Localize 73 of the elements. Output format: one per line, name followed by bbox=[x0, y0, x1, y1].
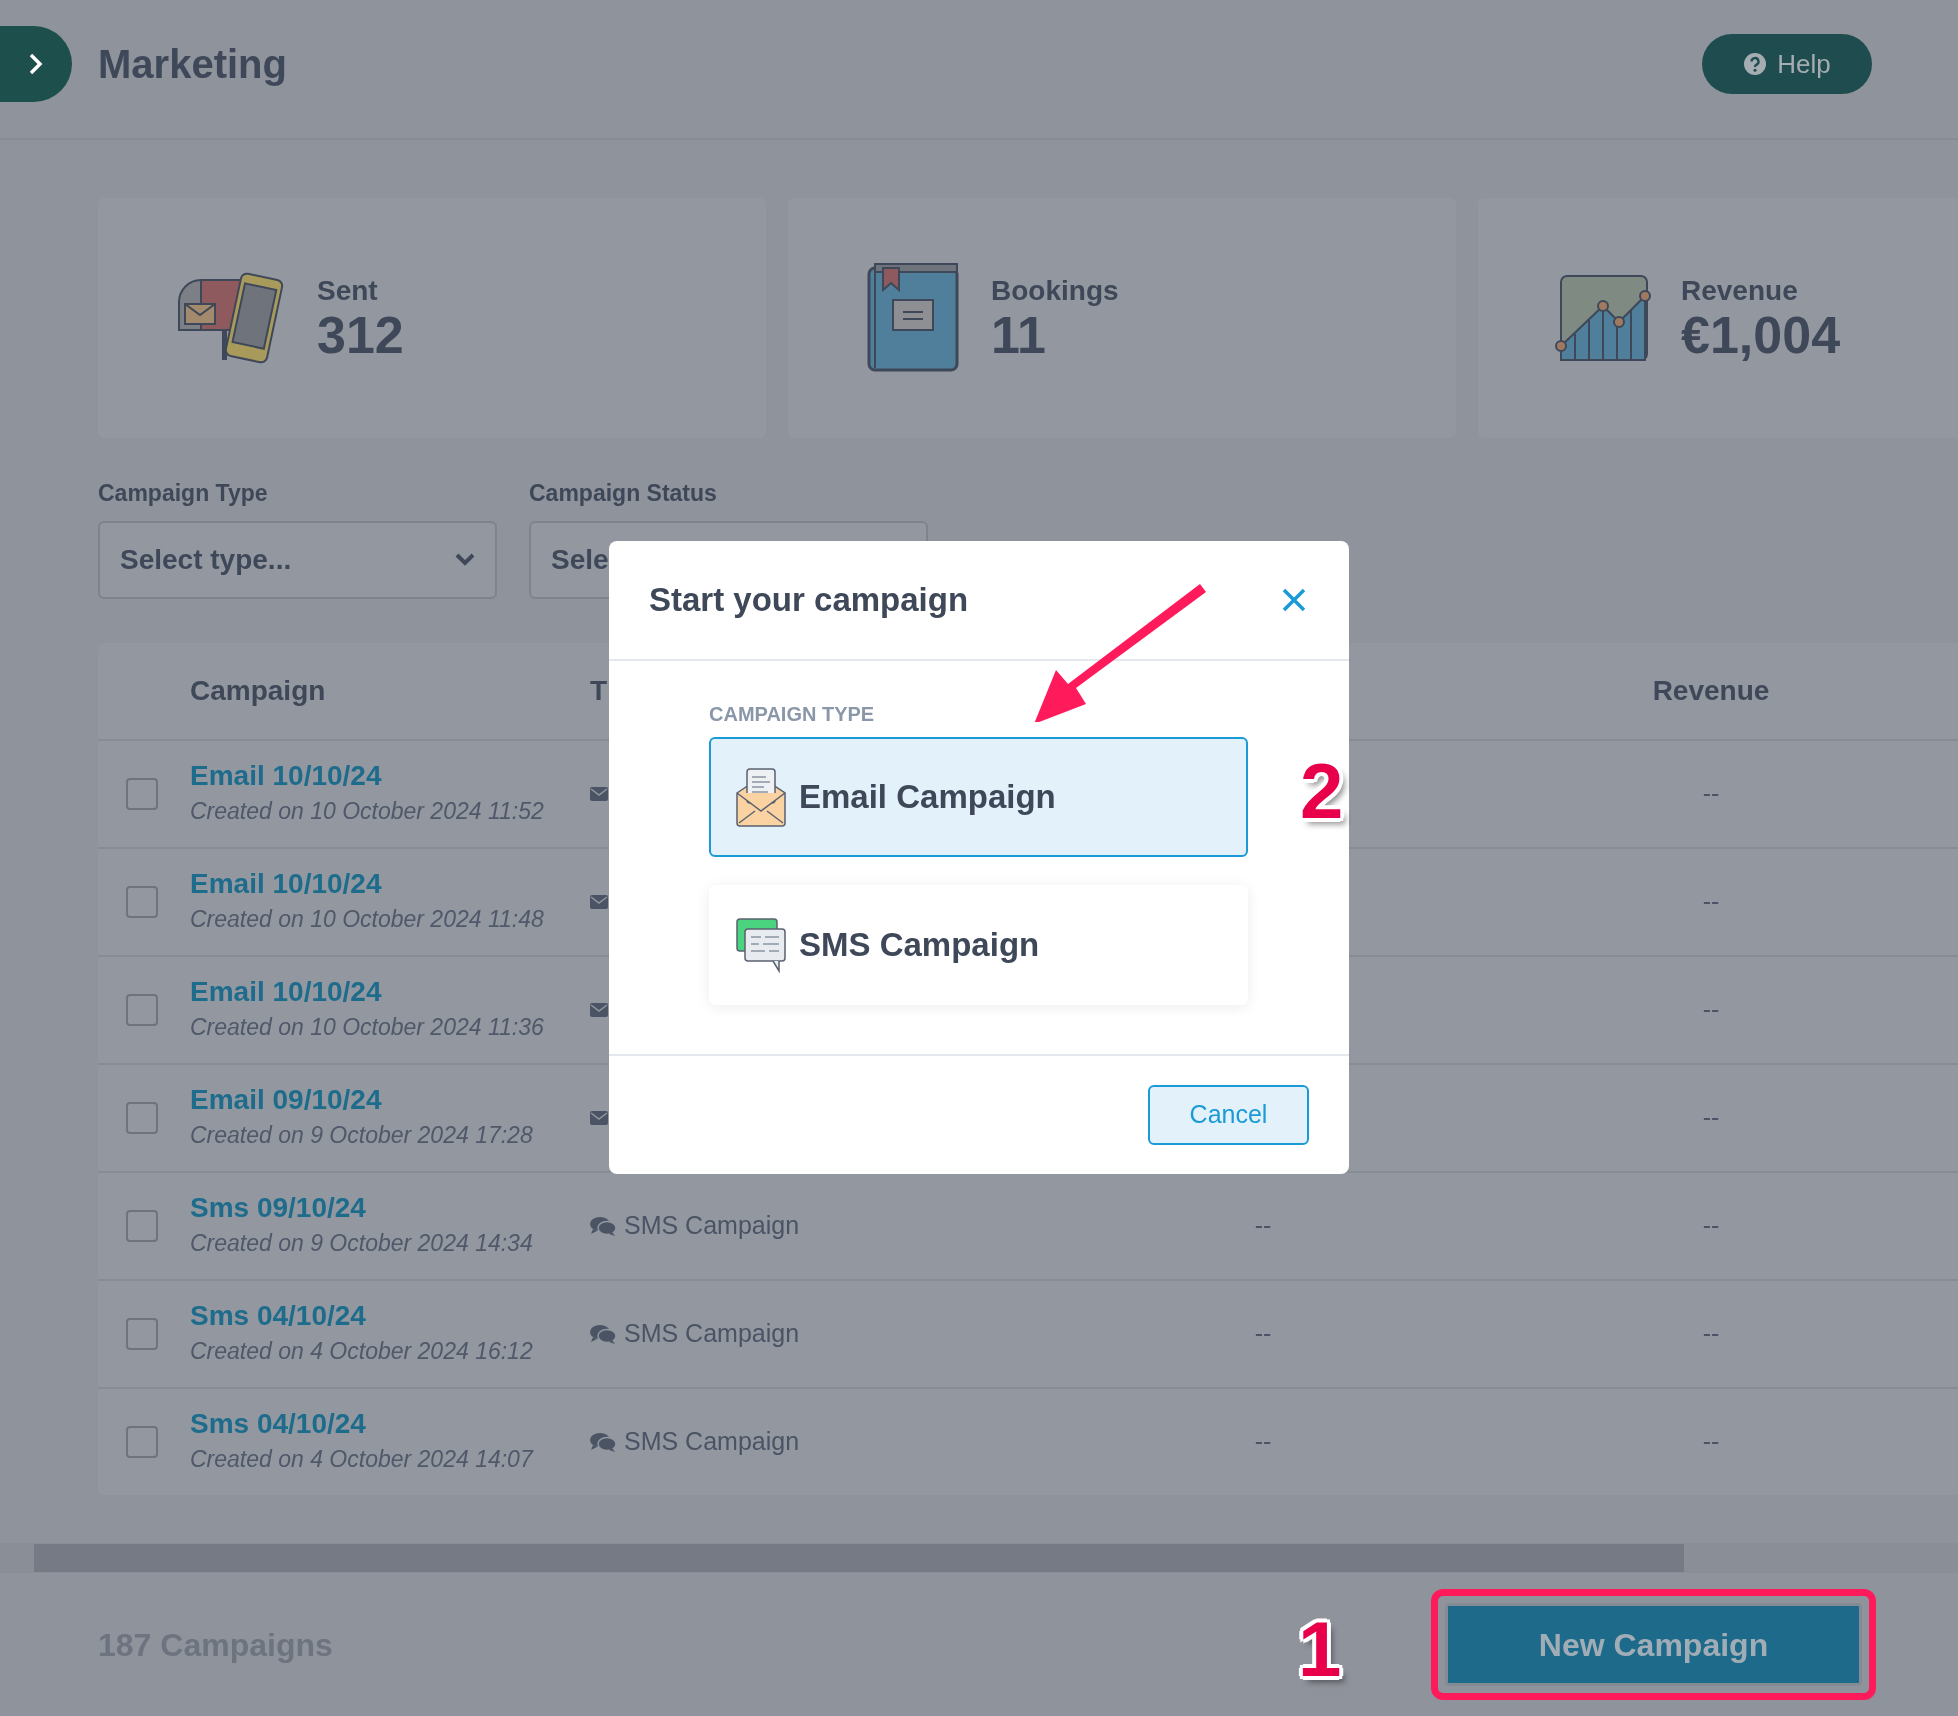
select-field[interactable]: Select type... bbox=[98, 520, 497, 599]
modal-title: Start your campaign bbox=[649, 580, 969, 621]
filter-label: Campaign Type bbox=[98, 479, 269, 508]
chevron-down-icon bbox=[455, 552, 475, 567]
type-cell-text: SMS Campaign bbox=[624, 1209, 800, 1241]
campaign-link[interactable]: Email 10/10/24 bbox=[190, 866, 590, 903]
row-checkbox[interactable] bbox=[126, 777, 158, 810]
table-cell: -- bbox=[1254, 1210, 1272, 1239]
revenue-cell: -- bbox=[1702, 1210, 1720, 1239]
cancel-button[interactable]: Cancel bbox=[1148, 1085, 1309, 1145]
revenue-cell: -- bbox=[1702, 1102, 1720, 1131]
campaign-type-option[interactable]: Email Campaign bbox=[709, 737, 1248, 857]
row-checkbox[interactable] bbox=[126, 885, 158, 918]
envelope-icon bbox=[590, 1110, 608, 1125]
column-header: Campaign bbox=[190, 673, 327, 708]
table-cell: -- bbox=[1254, 1318, 1272, 1347]
created-date: Created on 10 October 2024 11:52 bbox=[190, 797, 545, 827]
campaign-link[interactable]: Email 10/10/24 bbox=[190, 758, 590, 795]
created-date: Created on 4 October 2024 16:12 bbox=[190, 1337, 534, 1367]
column-header: T bbox=[590, 673, 609, 708]
revenue-cell: -- bbox=[1702, 778, 1720, 807]
created-date: Created on 9 October 2024 17:28 bbox=[190, 1121, 534, 1151]
created-date: Created on 10 October 2024 11:36 bbox=[190, 1013, 545, 1043]
stat-value: 312 bbox=[317, 307, 404, 363]
chat-bubbles-icon bbox=[735, 917, 787, 973]
revenue-cell: -- bbox=[1702, 1318, 1720, 1347]
new-campaign-button[interactable]: New Campaign bbox=[1445, 1603, 1862, 1686]
revenue-cell: -- bbox=[1702, 1426, 1720, 1455]
revenue-cell: -- bbox=[1702, 994, 1720, 1023]
row-checkbox[interactable] bbox=[126, 1317, 158, 1350]
stat-value: €1,004 bbox=[1681, 307, 1841, 363]
row-checkbox[interactable] bbox=[126, 1101, 158, 1134]
horizontal-scrollbar[interactable] bbox=[0, 1543, 1958, 1573]
type-cell-text: SMS Campaign bbox=[624, 1425, 800, 1457]
envelope-icon bbox=[590, 1002, 608, 1017]
created-date: Created on 9 October 2024 14:34 bbox=[190, 1229, 534, 1259]
step-number: 1 bbox=[1298, 1610, 1342, 1688]
created-date: Created on 10 October 2024 11:48 bbox=[190, 905, 545, 935]
close-icon bbox=[1281, 587, 1307, 613]
campaign-link[interactable]: Sms 04/10/24 bbox=[190, 1406, 590, 1443]
stat-label: Revenue bbox=[1681, 273, 1799, 308]
chevron-right-icon bbox=[28, 53, 44, 75]
chat-bubbles-icon bbox=[590, 1323, 616, 1344]
created-date: Created on 4 October 2024 14:07 bbox=[190, 1445, 535, 1475]
campaign-type-option[interactable]: SMS Campaign bbox=[709, 885, 1248, 1005]
campaign-link[interactable]: Sms 09/10/24 bbox=[190, 1190, 590, 1227]
revenue-cell: -- bbox=[1702, 886, 1720, 915]
book-icon bbox=[865, 262, 961, 374]
line-chart-icon bbox=[1555, 272, 1651, 364]
row-checkbox[interactable] bbox=[126, 1425, 158, 1458]
type-cell-text: SMS Campaign bbox=[624, 1317, 800, 1349]
open-envelope-icon bbox=[735, 767, 787, 827]
section-label: CAMPAIGN TYPE bbox=[709, 702, 876, 727]
column-header: Revenue bbox=[1651, 673, 1771, 708]
stat-label: Sent bbox=[317, 273, 379, 308]
sidebar-toggle[interactable] bbox=[0, 26, 72, 102]
stat-label: Bookings bbox=[991, 273, 1119, 308]
campaign-link[interactable]: Email 09/10/24 bbox=[190, 1082, 590, 1119]
stat-value: 11 bbox=[991, 307, 1046, 363]
chat-bubbles-icon bbox=[590, 1431, 616, 1452]
campaign-link[interactable]: Email 10/10/24 bbox=[190, 974, 590, 1011]
campaign-link[interactable]: Sms 04/10/24 bbox=[190, 1298, 590, 1335]
help-icon bbox=[1743, 52, 1768, 76]
row-checkbox[interactable] bbox=[126, 993, 158, 1026]
page-title: Marketing bbox=[98, 41, 287, 88]
filter-label: Campaign Status bbox=[529, 479, 718, 508]
envelope-icon bbox=[590, 786, 608, 801]
envelope-icon bbox=[590, 894, 608, 909]
chat-bubbles-icon bbox=[590, 1215, 616, 1236]
row-checkbox[interactable] bbox=[126, 1209, 158, 1242]
help-button[interactable]: Help bbox=[1702, 34, 1872, 94]
table-cell: -- bbox=[1254, 1426, 1272, 1455]
step-number: 2 bbox=[1300, 752, 1344, 830]
